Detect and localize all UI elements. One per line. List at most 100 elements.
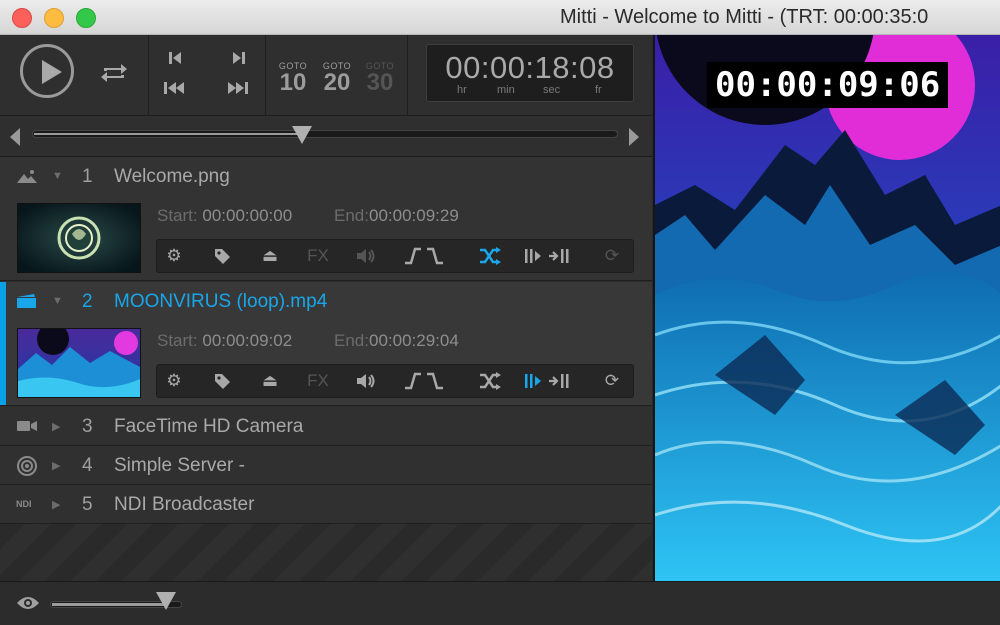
tag-icon xyxy=(215,374,230,389)
shuffle-icon xyxy=(480,247,501,265)
item-index: 5 xyxy=(82,494,93,515)
unit-fr: fr xyxy=(595,84,602,96)
play-button[interactable] xyxy=(20,44,74,98)
eject-button[interactable]: ⏏ xyxy=(255,246,285,268)
play-icon xyxy=(42,60,62,84)
settings-button[interactable]: ⚙ xyxy=(159,371,189,393)
loop-item-button[interactable]: ⟳ xyxy=(597,246,627,268)
video-icon xyxy=(16,293,38,309)
settings-button[interactable]: ⚙ xyxy=(159,246,189,268)
close-window-button[interactable] xyxy=(12,8,32,28)
scrub-back-arrow-icon[interactable] xyxy=(10,128,20,146)
fx-button[interactable]: FX xyxy=(303,371,333,393)
repeat-icon xyxy=(101,64,127,82)
play-next-icon xyxy=(525,374,569,388)
item-index: 3 xyxy=(82,416,93,437)
fade-in-out-button[interactable] xyxy=(403,246,447,268)
speaker-icon xyxy=(357,374,375,388)
tag-button[interactable] xyxy=(207,246,237,268)
scrubber-bar xyxy=(0,116,652,157)
fx-button[interactable]: FX xyxy=(303,246,333,268)
playback-mode-button[interactable] xyxy=(523,246,575,268)
refresh-icon: ⟳ xyxy=(604,246,620,265)
disclosure-triangle-collapsed-icon[interactable]: ▶ xyxy=(52,498,60,511)
fade-in-out-button[interactable] xyxy=(403,371,447,393)
item-name: FaceTime HD Camera xyxy=(114,416,304,437)
disclosure-triangle-collapsed-icon[interactable]: ▶ xyxy=(52,420,60,433)
next-cue-button[interactable] xyxy=(228,49,250,73)
playlist-empty-area xyxy=(0,524,652,581)
audio-button[interactable] xyxy=(351,371,381,393)
loop-button[interactable] xyxy=(98,59,130,93)
tag-icon xyxy=(215,249,230,264)
jump-to-end-button[interactable] xyxy=(224,79,250,103)
playlist-item-2[interactable]: ▼ 2 MOONVIRUS (loop).mp4 Start: 00:00:09… xyxy=(0,282,652,406)
opacity-slider-handle[interactable] xyxy=(156,592,177,610)
overlay-timecode: 00:00:09:06 xyxy=(707,62,949,108)
skip-back-icon xyxy=(169,52,181,64)
goto-30-button[interactable]: GOTO 30 xyxy=(362,61,398,97)
scrubber-handle[interactable] xyxy=(291,126,312,144)
item-toolbar: ⚙ ⏏ FX ⟳ xyxy=(156,239,634,273)
unit-min: min xyxy=(497,84,515,96)
scrub-forward-arrow-icon[interactable] xyxy=(629,128,639,146)
tag-button[interactable] xyxy=(207,371,237,393)
item-index: 1 xyxy=(82,166,93,187)
active-indicator xyxy=(0,282,6,405)
minimize-window-button[interactable] xyxy=(44,8,64,28)
item-index: 2 xyxy=(82,291,93,312)
eye-icon[interactable] xyxy=(16,595,40,616)
item-name: NDI Broadcaster xyxy=(114,494,255,515)
end-time[interactable]: 00:00:09:29 xyxy=(369,206,459,225)
audio-button[interactable] xyxy=(351,246,381,268)
end-time[interactable]: 00:00:29:04 xyxy=(369,331,459,350)
fade-icon xyxy=(405,372,443,390)
eject-button[interactable]: ⏏ xyxy=(255,371,285,393)
eject-icon: ⏏ xyxy=(261,371,279,390)
playlist-item-5[interactable]: NDI ▶ 5 NDI Broadcaster xyxy=(0,485,652,524)
disclosure-triangle-collapsed-icon[interactable]: ▶ xyxy=(52,459,60,472)
camera-icon xyxy=(16,419,38,435)
zoom-window-button[interactable] xyxy=(76,8,96,28)
ndi-icon: NDI xyxy=(16,499,32,509)
previous-cue-button[interactable] xyxy=(164,49,186,73)
item-name: Simple Server - xyxy=(114,455,245,476)
window-title: Mitti - Welcome to Mitti - (TRT: 00:00:3… xyxy=(560,6,929,28)
server-icon xyxy=(16,455,38,476)
title-bar: Mitti - Welcome to Mitti - (TRT: 00:00:3… xyxy=(0,0,1000,35)
playlist-item-1[interactable]: ▼ 1 Welcome.png Start: 00:00:00:00 End:0… xyxy=(0,157,652,281)
item-thumbnail xyxy=(17,328,141,398)
shuffle-icon xyxy=(480,372,501,390)
bottom-bar xyxy=(0,581,1000,625)
disclosure-triangle-expanded-icon[interactable]: ▼ xyxy=(52,295,63,307)
item-toolbar: ⚙ ⏏ FX ⟳ xyxy=(156,364,634,398)
jump-to-start-button[interactable] xyxy=(162,79,188,103)
video-preview: 00:00:09:06 xyxy=(653,35,1000,581)
start-time[interactable]: 00:00:00:00 xyxy=(202,206,292,225)
preview-image xyxy=(655,35,1000,581)
goto-20-button[interactable]: GOTO 20 xyxy=(319,61,355,97)
gear-icon: ⚙ xyxy=(166,371,182,390)
gear-icon: ⚙ xyxy=(166,246,182,265)
playlist-item-4[interactable]: ▶ 4 Simple Server - xyxy=(0,446,652,485)
skip-forward-icon xyxy=(233,52,245,64)
loop-item-button[interactable]: ⟳ xyxy=(597,371,627,393)
playback-mode-button[interactable] xyxy=(523,371,575,393)
item-index: 4 xyxy=(82,455,93,476)
playlist-item-3[interactable]: ▶ 3 FaceTime HD Camera xyxy=(0,407,652,446)
transport-bar: GOTO 10 GOTO 20 GOTO 30 00:00:18:08 hr m… xyxy=(0,35,652,116)
play-next-icon xyxy=(525,249,569,263)
transition-button[interactable] xyxy=(475,246,505,268)
item-name: Welcome.png xyxy=(114,166,230,187)
fade-icon xyxy=(405,247,443,265)
image-icon xyxy=(16,168,38,184)
rewind-icon xyxy=(164,82,184,94)
timecode-display: 00:00:18:08 hr min sec fr xyxy=(426,44,634,102)
item-name: MOONVIRUS (loop).mp4 xyxy=(114,291,328,312)
transition-button[interactable] xyxy=(475,371,505,393)
goto-10-button[interactable]: GOTO 10 xyxy=(275,61,311,97)
unit-sec: sec xyxy=(543,84,561,96)
disclosure-triangle-expanded-icon[interactable]: ▼ xyxy=(52,170,63,182)
scrubber-track[interactable] xyxy=(32,130,618,138)
start-time[interactable]: 00:00:09:02 xyxy=(202,331,292,350)
